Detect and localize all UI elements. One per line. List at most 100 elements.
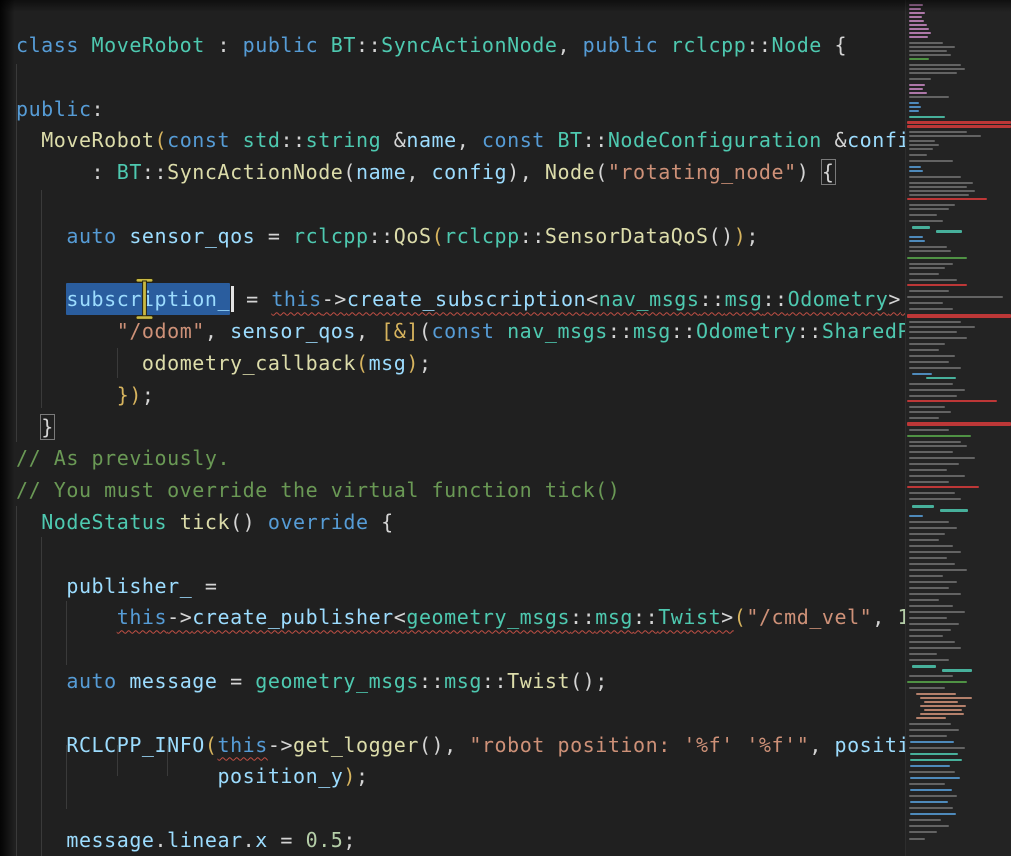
minimap[interactable] bbox=[905, 0, 1011, 856]
minimap-line bbox=[909, 182, 973, 184]
minimap-line bbox=[909, 154, 927, 156]
minimap-line bbox=[909, 24, 927, 26]
code-line[interactable]: publisher_ = bbox=[0, 571, 905, 603]
code-line[interactable] bbox=[0, 634, 905, 666]
code-area[interactable]: class MoveRobot : public BT::SyncActionN… bbox=[0, 0, 905, 856]
minimap-line bbox=[909, 551, 961, 553]
code-line[interactable]: odometry_callback(msg); bbox=[0, 348, 905, 380]
minimap-line bbox=[909, 349, 939, 351]
minimap-line bbox=[909, 469, 947, 471]
minimap-line bbox=[912, 665, 936, 668]
code-line[interactable]: auto message = geometry_msgs::msg::Twist… bbox=[0, 666, 905, 698]
code-line[interactable] bbox=[0, 698, 905, 730]
code-line[interactable] bbox=[0, 189, 905, 221]
token: position_y bbox=[217, 764, 343, 788]
minimap-line bbox=[912, 226, 930, 229]
token: , bbox=[809, 733, 834, 757]
minimap-line bbox=[909, 78, 931, 80]
token: : bbox=[205, 33, 243, 57]
token: msg bbox=[633, 319, 671, 343]
minimap-line bbox=[924, 701, 958, 703]
token: , bbox=[444, 733, 469, 757]
token: RCLCPP_INFO bbox=[66, 733, 205, 757]
minimap-line bbox=[909, 587, 949, 589]
code-line[interactable]: position_y); bbox=[0, 761, 905, 793]
minimap-line bbox=[909, 617, 947, 619]
token: :: bbox=[608, 319, 633, 343]
minimap-line bbox=[909, 250, 951, 252]
minimap-line bbox=[909, 819, 941, 821]
selected-word: subscription_ bbox=[66, 283, 230, 315]
token: :: bbox=[762, 287, 787, 311]
minimap-line bbox=[909, 68, 965, 70]
code-line[interactable]: this->create_publisher<geometry_msgs::ms… bbox=[0, 602, 905, 634]
minimap-line bbox=[909, 214, 937, 216]
minimap-line bbox=[909, 659, 949, 661]
minimap-line bbox=[909, 807, 953, 809]
minimap-line bbox=[916, 693, 956, 695]
token: msg bbox=[595, 605, 633, 629]
code-line[interactable] bbox=[0, 539, 905, 571]
code-line[interactable]: message.linear.x = 0.5; bbox=[0, 825, 905, 856]
token: message bbox=[129, 669, 217, 693]
token: ; bbox=[419, 351, 432, 375]
token: QoS bbox=[394, 224, 432, 248]
token: = bbox=[255, 224, 293, 248]
token: :: bbox=[356, 33, 381, 57]
minimap-line bbox=[920, 705, 966, 707]
code-line[interactable]: // You must override the virtual functio… bbox=[0, 475, 905, 507]
code-line[interactable]: auto sensor_qos = rclcpp::QoS(rclcpp::Se… bbox=[0, 221, 905, 253]
token: () bbox=[419, 733, 444, 757]
token: , bbox=[557, 33, 582, 57]
code-line[interactable]: subscription_ = this->create_subscriptio… bbox=[0, 284, 905, 316]
minimap-line bbox=[909, 246, 947, 248]
code-line[interactable]: public: bbox=[0, 94, 905, 126]
minimap-line bbox=[909, 190, 975, 192]
token: () bbox=[230, 510, 255, 534]
token: MoveRobot bbox=[92, 33, 205, 57]
minimap-line bbox=[909, 290, 949, 292]
minimap-line bbox=[909, 533, 945, 535]
code-line[interactable] bbox=[0, 62, 905, 94]
token: :: bbox=[570, 605, 595, 629]
minimap-line bbox=[909, 675, 953, 677]
token: const bbox=[482, 128, 558, 152]
code-line[interactable]: } bbox=[0, 412, 905, 444]
token bbox=[16, 415, 41, 439]
token: MoveRobot bbox=[41, 128, 154, 152]
code-line[interactable]: // As previously. bbox=[0, 443, 905, 475]
token: rclcpp bbox=[293, 224, 369, 248]
minimap-line bbox=[909, 492, 955, 494]
minimap-line bbox=[909, 176, 961, 178]
token: create_subscription bbox=[347, 287, 586, 311]
token: ) bbox=[343, 764, 356, 788]
code-line[interactable]: RCLCPP_INFO(this->get_logger(), "robot p… bbox=[0, 730, 905, 762]
token: publisher_ bbox=[66, 574, 192, 598]
code-line[interactable]: NodeStatus tick() override { bbox=[0, 507, 905, 539]
token: name bbox=[356, 160, 406, 184]
minimap-line bbox=[909, 64, 961, 66]
minimap-line bbox=[907, 422, 1011, 426]
token: SharedPtr bbox=[822, 319, 905, 343]
token: const bbox=[432, 319, 508, 343]
minimap-line bbox=[909, 475, 965, 477]
token: this bbox=[217, 733, 267, 757]
token: ; bbox=[343, 828, 356, 852]
token: ( bbox=[595, 160, 608, 184]
minimap-line bbox=[909, 771, 955, 773]
code-line[interactable]: class MoveRobot : public BT::SyncActionN… bbox=[0, 30, 905, 62]
minimap-line bbox=[909, 160, 953, 162]
minimap-line bbox=[909, 36, 928, 38]
token: ; bbox=[595, 669, 608, 693]
token: > bbox=[721, 605, 734, 629]
minimap-line bbox=[907, 284, 967, 286]
code-line[interactable] bbox=[0, 253, 905, 285]
token: // As previously. bbox=[16, 446, 230, 470]
minimap-line bbox=[909, 623, 959, 625]
code-line[interactable]: }); bbox=[0, 380, 905, 412]
code-line[interactable] bbox=[0, 793, 905, 825]
code-line[interactable]: MoveRobot(const std::string &name, const… bbox=[0, 125, 905, 157]
code-line[interactable]: "/odom", sensor_qos, [&](const nav_msgs:… bbox=[0, 316, 905, 348]
minimap-line bbox=[910, 741, 954, 743]
code-line[interactable]: : BT::SyncActionNode(name, config), Node… bbox=[0, 157, 905, 189]
